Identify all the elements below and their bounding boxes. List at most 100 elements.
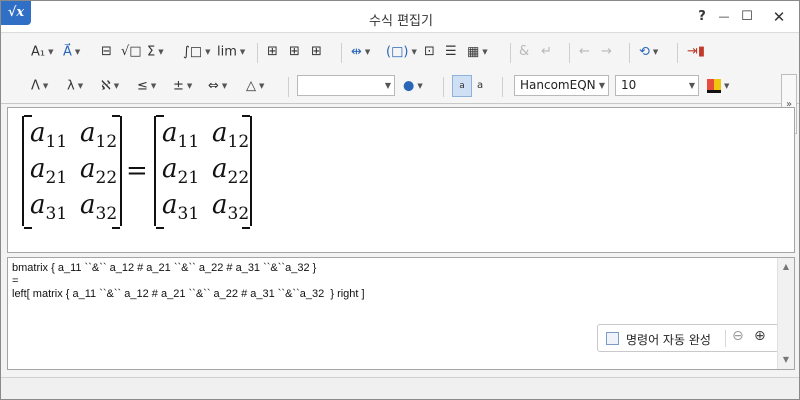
toolbar-misc-button[interactable]: △ ▼	[246, 75, 264, 97]
chevron-down-icon: ▼	[259, 82, 265, 90]
font-size-combo[interactable]: 10 ▼	[615, 75, 699, 96]
help-button[interactable]: ?	[691, 7, 713, 27]
toolbar-separator	[510, 43, 511, 63]
toolbar-array-3-button[interactable]: ▦ ▼	[467, 41, 488, 63]
matrix-1-icon: ⊞	[267, 44, 278, 59]
toolbar-greek-upper-button[interactable]: Λ ▼	[31, 75, 48, 97]
newline-icon: ↵	[541, 44, 552, 59]
spacing-combo[interactable]: ▼	[297, 75, 395, 96]
matrix-2-icon: ⊞	[289, 44, 300, 59]
toolbar-font-style-button[interactable]: A₁ ▼	[31, 41, 54, 63]
bracket-matrix-left: a11 a12 a21 a22 a31 a32	[22, 115, 122, 229]
matrix-cell-variable: a	[80, 118, 96, 148]
toolbar-newline-button[interactable]: ↵	[541, 41, 552, 63]
root-icon: √□	[121, 44, 142, 59]
arrange-icon: ⇹	[351, 44, 362, 60]
toolbar-separator	[257, 43, 258, 63]
autocomplete-label[interactable]: 명령어 자동 완성	[626, 331, 711, 348]
toolbar-matrix-2-button[interactable]: ⊞	[289, 41, 300, 63]
title-bar: √x 수식 편집기 ? — ☐ ✕	[1, 1, 799, 33]
matrix-cell: a11	[30, 118, 67, 152]
toolbar-ampersand-button[interactable]: &	[519, 41, 529, 63]
zoom-out-icon[interactable]: ⊖	[732, 328, 744, 344]
matrix-cell-variable: a	[212, 118, 228, 148]
matrix-cell: a11	[162, 118, 199, 152]
matrix-cell: a21	[162, 154, 199, 188]
toolbar-root-button[interactable]: √□	[121, 41, 142, 63]
minimize-button[interactable]: —	[713, 7, 735, 27]
matrix-cell-variable: a	[30, 154, 46, 184]
matrix-cell-variable: a	[212, 190, 228, 220]
editor-scrollbar[interactable]: ▲ ▼	[777, 258, 794, 369]
script-text[interactable]: bmatrix { a_11 ``&`` a_12 # a_21 ``&`` a…	[12, 262, 772, 301]
inline-style-toggle[interactable]: a	[452, 75, 472, 97]
matrix-cell-variable: a	[30, 118, 46, 148]
matrix-cell-subscript: 11	[45, 132, 68, 153]
matrix-cell-subscript: 12	[227, 132, 250, 153]
zoom-in-icon[interactable]: ⊕	[754, 328, 766, 344]
toolbar-fraction-button[interactable]: ⊟	[101, 41, 112, 63]
toolbar-row-symbols: ▼ ● ▼ a a HancomEQN ▼ 10 ▼ ▼ Λ ▼ λ ▼ ℵ ▼…	[1, 71, 781, 101]
chevron-down-icon: ▼	[77, 82, 84, 90]
font-combo[interactable]: HancomEQN ▼	[514, 75, 609, 96]
chevron-down-icon: ▼	[384, 81, 391, 90]
chevron-down-icon: ▼	[205, 48, 211, 56]
close-button[interactable]: ✕	[768, 7, 790, 27]
maximize-button[interactable]: ☐	[736, 7, 758, 27]
toolbar-insert-button[interactable]: ⇥▮	[687, 41, 705, 63]
fraction-icon: ⊟	[101, 44, 112, 59]
insert-icon: ⇥▮	[687, 44, 706, 59]
matrix-cell-variable: a	[162, 118, 178, 148]
autocomplete-checkbox[interactable]	[606, 332, 619, 345]
script-editor[interactable]: bmatrix { a_11 ``&`` a_12 # a_21 ``&`` a…	[7, 257, 795, 370]
toolbar-symbols-button[interactable]: ℵ ▼	[101, 75, 119, 97]
chevron-down-icon: ▼	[158, 48, 164, 56]
greek-upper-icon: Λ	[31, 78, 40, 94]
toolbar-array-2-button[interactable]: ☰	[445, 41, 457, 63]
text-color-button[interactable]: ▼	[707, 75, 729, 97]
chevron-down-icon: ▼	[74, 48, 81, 56]
toolbar-refresh-button[interactable]: ⟲ ▼	[639, 41, 658, 63]
matrix-cell: a21	[30, 154, 67, 188]
equals-sign: =	[126, 156, 148, 186]
matrix-cell-variable: a	[80, 154, 96, 184]
text-color-icon	[707, 79, 721, 93]
scroll-up-icon[interactable]: ▲	[778, 260, 794, 274]
autocomplete-panel: 명령어 자동 완성 ⊖ ⊕	[597, 324, 779, 352]
chevron-down-icon: ▼	[42, 82, 49, 90]
status-bar	[1, 377, 799, 399]
toolbar-integral-button[interactable]: ∫□ ▼	[183, 41, 210, 63]
toolbar-greek-lower-button[interactable]: λ ▼	[67, 75, 83, 97]
toolbar-array-1-button[interactable]: ⊡	[424, 41, 435, 63]
toolbar-relations-button[interactable]: ≤ ▼	[137, 75, 156, 97]
toolbar-prev-button[interactable]: ←	[579, 41, 590, 63]
color-picker-button[interactable]: ● ▼	[403, 75, 423, 97]
symbols-icon: ℵ	[101, 78, 111, 94]
display-style-toggle[interactable]: a	[477, 75, 483, 97]
scroll-down-icon[interactable]: ▼	[778, 353, 794, 367]
matrix-cell-variable: a	[162, 190, 178, 220]
chevron-down-icon: ▼	[186, 82, 193, 90]
equation-editor-window: √x 수식 편집기 ? — ☐ ✕ A₁ ▼ A⃗ ▼ ⊟ √□ Σ ▼ ∫□ ▼ lim ▼ ⊞ ⊞ ⊞ ⇹…	[0, 0, 800, 400]
toolbar-vector-accent-button[interactable]: A⃗ ▼	[63, 41, 80, 63]
matrix-cell-variable: a	[30, 190, 46, 220]
matrix-cell-subscript: 11	[177, 132, 200, 153]
toolbar-next-button[interactable]: →	[601, 41, 612, 63]
toolbar-sum-button[interactable]: Σ ▼	[147, 41, 164, 63]
toolbar-arrows-button[interactable]: ⇔ ▼	[208, 75, 227, 97]
formula-preview[interactable]: a11 a12 a21 a22 a31 a32 = a11 a12 a21 a22 a31 a32	[7, 107, 795, 253]
toolbar-bracket-button[interactable]: (□) ▼	[386, 41, 417, 63]
toolbar-operators-button[interactable]: ± ▼	[173, 75, 192, 97]
toolbar-limit-button[interactable]: lim ▼	[217, 41, 245, 63]
chevron-down-icon: ▼	[221, 82, 228, 90]
matrix-cell-subscript: 12	[95, 132, 118, 153]
toolbar-matrix-3-button[interactable]: ⊞	[311, 41, 322, 63]
matrix-cell-subscript: 21	[177, 168, 200, 189]
matrix-cell: a12	[212, 118, 249, 152]
toolbar-arrange-button[interactable]: ⇹ ▼	[351, 41, 370, 63]
arrows-icon: ⇔	[208, 78, 219, 94]
toolbar-matrix-1-button[interactable]: ⊞	[267, 41, 278, 63]
misc-icon: △	[246, 78, 256, 94]
relations-icon: ≤	[137, 78, 148, 94]
toolbar-separator	[629, 43, 630, 63]
